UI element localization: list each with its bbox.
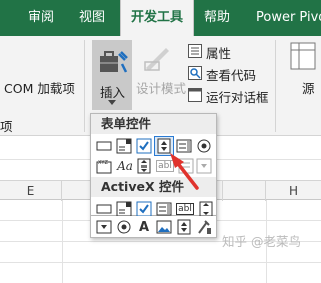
option-button-icon xyxy=(197,139,211,153)
column-header-h[interactable]: H xyxy=(266,181,321,201)
button-form-control[interactable] xyxy=(95,137,113,155)
list-box-icon xyxy=(176,139,192,153)
tab-developer[interactable]: 开发工具 xyxy=(120,0,195,36)
toggle-button-activex[interactable] xyxy=(95,218,113,236)
source-icon xyxy=(290,42,316,70)
spin-button-activex[interactable] xyxy=(175,218,193,236)
button-icon xyxy=(96,141,112,151)
tab-view[interactable]: 视图 xyxy=(79,0,105,36)
scroll-bar-icon xyxy=(199,201,213,217)
toolbox-icon xyxy=(100,51,128,73)
group-box-icon: XYZ xyxy=(96,160,112,174)
combo-list-edit-icon xyxy=(178,158,194,174)
column-header[interactable] xyxy=(222,181,266,201)
image-activex[interactable] xyxy=(155,218,173,236)
run-dialog-icon xyxy=(188,88,202,102)
view-code-icon xyxy=(188,66,202,80)
spin-button-form-control[interactable] xyxy=(154,136,174,156)
activex-controls-header: ActiveX 控件 xyxy=(91,177,216,197)
label-activex[interactable]: A xyxy=(135,218,153,236)
more-controls-icon xyxy=(198,220,211,234)
option-button-activex[interactable] xyxy=(115,218,133,236)
list-box-icon xyxy=(156,202,172,216)
tab-partial[interactable] xyxy=(0,0,10,36)
com-addins-button[interactable]: COM 加载项 xyxy=(4,78,75,97)
label-form-control[interactable]: Aa xyxy=(115,157,135,175)
spin-button-icon xyxy=(177,219,191,235)
label-icon: Aa xyxy=(117,159,133,173)
tab-review[interactable]: 审阅 xyxy=(28,0,54,36)
watermark: 知乎 @老菜鸟 xyxy=(222,234,301,249)
spin-button-icon xyxy=(157,138,171,154)
combo-list-edit-form-control[interactable] xyxy=(177,157,195,175)
chevron-down-icon xyxy=(108,100,116,105)
option-button-form-control[interactable] xyxy=(195,137,213,155)
form-controls-header: 表单控件 xyxy=(91,114,216,134)
text-field-form-control[interactable]: abl xyxy=(155,157,175,175)
text-field-icon: abl xyxy=(156,160,174,172)
gridline xyxy=(0,262,321,263)
tab-power-pivot[interactable]: Power Pivot xyxy=(256,0,321,36)
run-dialog-button[interactable]: 运行对话框 xyxy=(206,87,269,106)
ribbon-separator xyxy=(275,40,276,132)
image-icon xyxy=(156,220,172,234)
tab-help[interactable]: 帮助 xyxy=(204,0,230,36)
ribbon-tab-bar: 审阅 视图 开发工具 帮助 Power Pivot xyxy=(0,0,321,36)
properties-icon xyxy=(188,44,202,58)
more-controls-activex[interactable] xyxy=(195,218,213,236)
xyz-glyph: XYZ xyxy=(98,160,108,166)
properties-button[interactable]: 属性 xyxy=(206,43,231,62)
activex-row-2: A xyxy=(90,216,217,238)
checkbox-icon xyxy=(136,138,152,154)
source-button[interactable]: 源 xyxy=(302,78,315,97)
combo-drop-down-icon xyxy=(196,158,212,174)
label-icon: A xyxy=(138,219,150,235)
group-box-form-control[interactable]: XYZ xyxy=(95,157,113,175)
checkbox-icon xyxy=(136,201,152,217)
command-button-icon xyxy=(96,204,112,214)
design-mode-button[interactable]: 设计模式 xyxy=(136,78,186,97)
column-header[interactable] xyxy=(62,181,92,201)
toggle-button-icon xyxy=(96,220,112,234)
ribbon-separator xyxy=(84,40,85,132)
combo-box-form-control[interactable] xyxy=(115,137,133,155)
group-label-addins: 项 xyxy=(0,119,13,134)
insert-controls-dropdown: 表单控件 XYZ Aa abl ActiveX 控件 abl xyxy=(90,113,217,217)
option-button-icon xyxy=(117,220,131,234)
scroll-bar-form-control[interactable] xyxy=(135,157,153,175)
view-code-button[interactable]: 查看代码 xyxy=(206,65,256,84)
design-mode-icon xyxy=(144,48,169,71)
combo-drop-down-form-control[interactable] xyxy=(195,157,213,175)
text-box-icon: abl xyxy=(176,203,194,215)
scroll-bar-icon xyxy=(137,158,151,174)
insert-label: 插入 xyxy=(100,85,126,100)
insert-button[interactable]: 插入 xyxy=(92,40,132,110)
column-header-e[interactable]: E xyxy=(0,181,62,201)
combo-box-icon xyxy=(116,138,132,154)
combo-box-icon xyxy=(116,201,132,217)
checkbox-form-control[interactable] xyxy=(135,137,153,155)
list-box-form-control[interactable] xyxy=(175,137,193,155)
